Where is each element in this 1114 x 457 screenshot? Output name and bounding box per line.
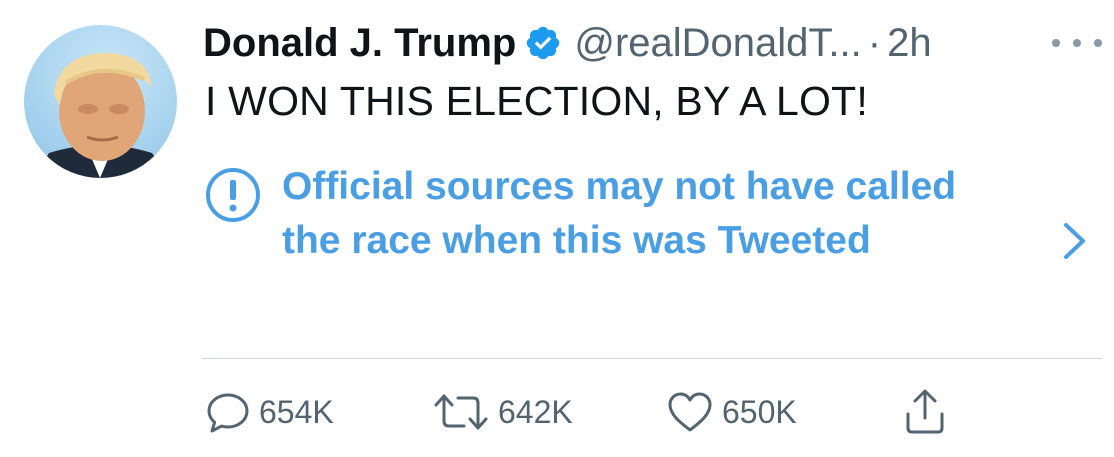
notice-text: Official sources may not have called the… <box>282 165 957 262</box>
heart-icon <box>666 389 714 435</box>
like-button[interactable]: 650K <box>666 384 797 440</box>
like-count: 650K <box>722 393 797 430</box>
share-icon <box>902 387 948 437</box>
tweet-header: Donald J. Trump @realDonaldT... · 2h <box>203 18 932 68</box>
reply-count: 654K <box>259 393 334 430</box>
election-notice[interactable]: Official sources may not have called the… <box>205 160 1100 320</box>
reply-icon <box>205 389 251 435</box>
chevron-right-icon <box>1062 221 1088 261</box>
separator-dot: · <box>867 20 882 65</box>
author-name[interactable]: Donald J. Trump <box>203 21 516 66</box>
share-button[interactable] <box>902 384 948 440</box>
tweet-time[interactable]: 2h <box>887 21 932 66</box>
profile-photo <box>34 53 169 178</box>
exclamation-circle-icon <box>205 167 261 223</box>
verified-badge-icon <box>524 24 562 62</box>
divider <box>202 358 1102 359</box>
retweet-icon <box>432 389 490 435</box>
author-handle[interactable]: @realDonaldT... <box>574 21 861 66</box>
avatar[interactable] <box>24 25 177 178</box>
more-options-icon[interactable] <box>1052 28 1102 58</box>
reply-button[interactable]: 654K <box>205 384 334 440</box>
retweet-button[interactable]: 642K <box>432 384 573 440</box>
action-bar: 654K 642K 650K <box>0 384 1114 440</box>
tweet-text: I WON THIS ELECTION, BY A LOT! <box>205 78 868 124</box>
retweet-count: 642K <box>498 393 573 430</box>
